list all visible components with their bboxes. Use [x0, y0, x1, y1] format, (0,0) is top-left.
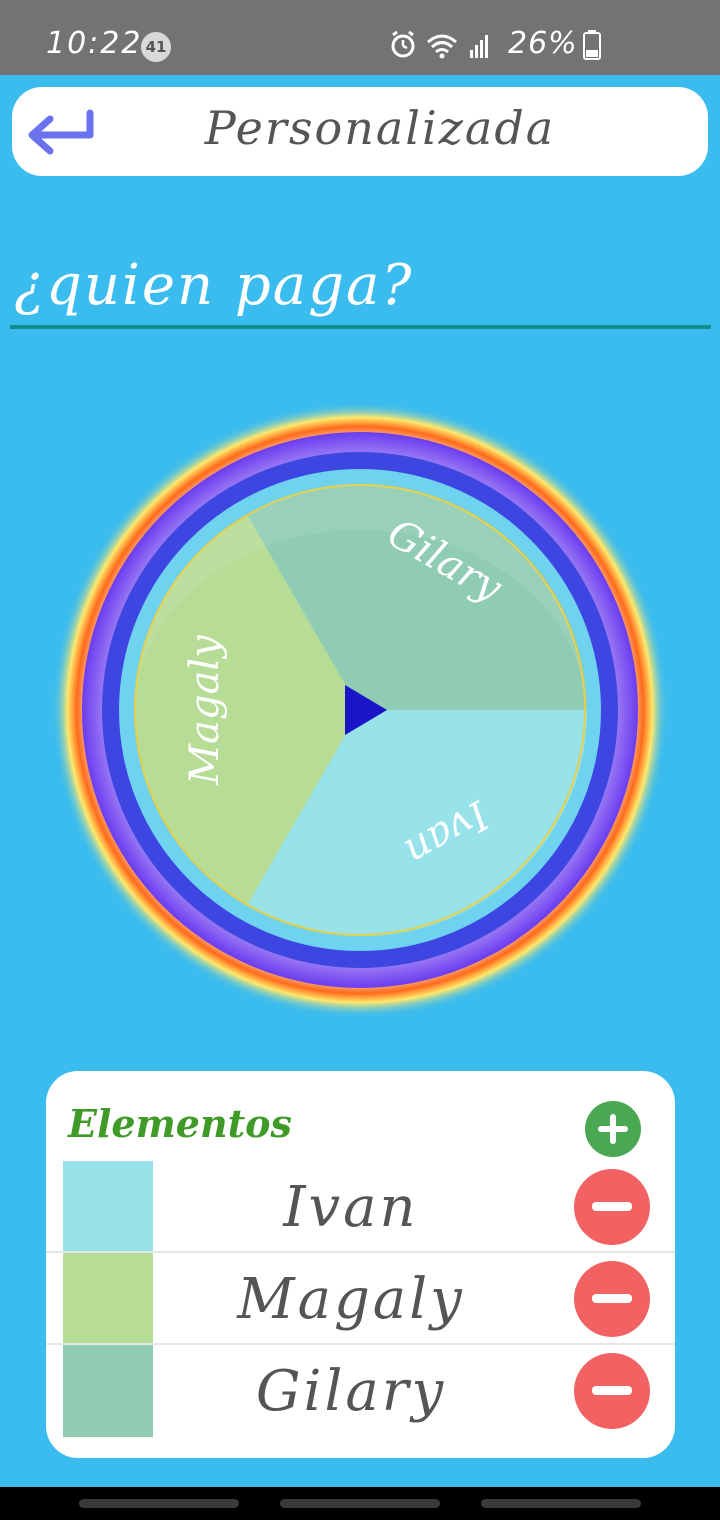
status-icons — [391, 30, 488, 59]
system-nav-bar — [0, 1487, 720, 1520]
page-title: Personalizada — [204, 101, 556, 155]
alarm-icon — [391, 30, 415, 58]
wheel-graphic: Gilary Ivan Magaly — [52, 402, 668, 1018]
spin-wheel[interactable]: Gilary Ivan Magaly — [50, 400, 670, 1020]
elements-title: Elementos — [68, 1101, 292, 1146]
battery-icon — [583, 30, 601, 60]
color-swatch-gilary[interactable] — [63, 1345, 153, 1437]
element-row-magaly: Magaly — [46, 1251, 675, 1345]
element-name-gilary[interactable]: Gilary — [156, 1359, 546, 1424]
color-swatch-ivan[interactable] — [63, 1161, 153, 1253]
element-row-gilary: Gilary — [46, 1343, 675, 1437]
remove-ivan-button[interactable] — [574, 1169, 650, 1245]
element-row-ivan: Ivan — [46, 1161, 675, 1253]
remove-magaly-button[interactable] — [574, 1261, 650, 1337]
color-swatch-magaly[interactable] — [63, 1253, 153, 1345]
nav-recents-button[interactable] — [79, 1499, 239, 1508]
header-bar: Personalizada — [12, 87, 708, 176]
remove-gilary-button[interactable] — [574, 1353, 650, 1429]
notification-badge: 41 — [141, 32, 171, 62]
nav-home-button[interactable] — [280, 1499, 440, 1508]
wheel-label-magaly: Magaly — [182, 634, 228, 786]
elements-panel: Elementos Ivan Magaly Gilary — [46, 1071, 675, 1458]
element-name-magaly[interactable]: Magaly — [156, 1267, 546, 1332]
question-input[interactable]: ¿quien paga? — [10, 243, 711, 329]
battery-percent: 26% — [508, 26, 578, 61]
status-bar: 10:22 41 26% — [0, 0, 720, 75]
wifi-icon — [427, 34, 457, 59]
status-time: 10:22 — [46, 26, 143, 61]
signal-icon — [470, 35, 488, 58]
add-element-button[interactable] — [585, 1101, 641, 1157]
element-name-ivan[interactable]: Ivan — [156, 1175, 546, 1240]
nav-back-button[interactable] — [481, 1499, 641, 1508]
question-text: ¿quien paga? — [14, 253, 414, 318]
